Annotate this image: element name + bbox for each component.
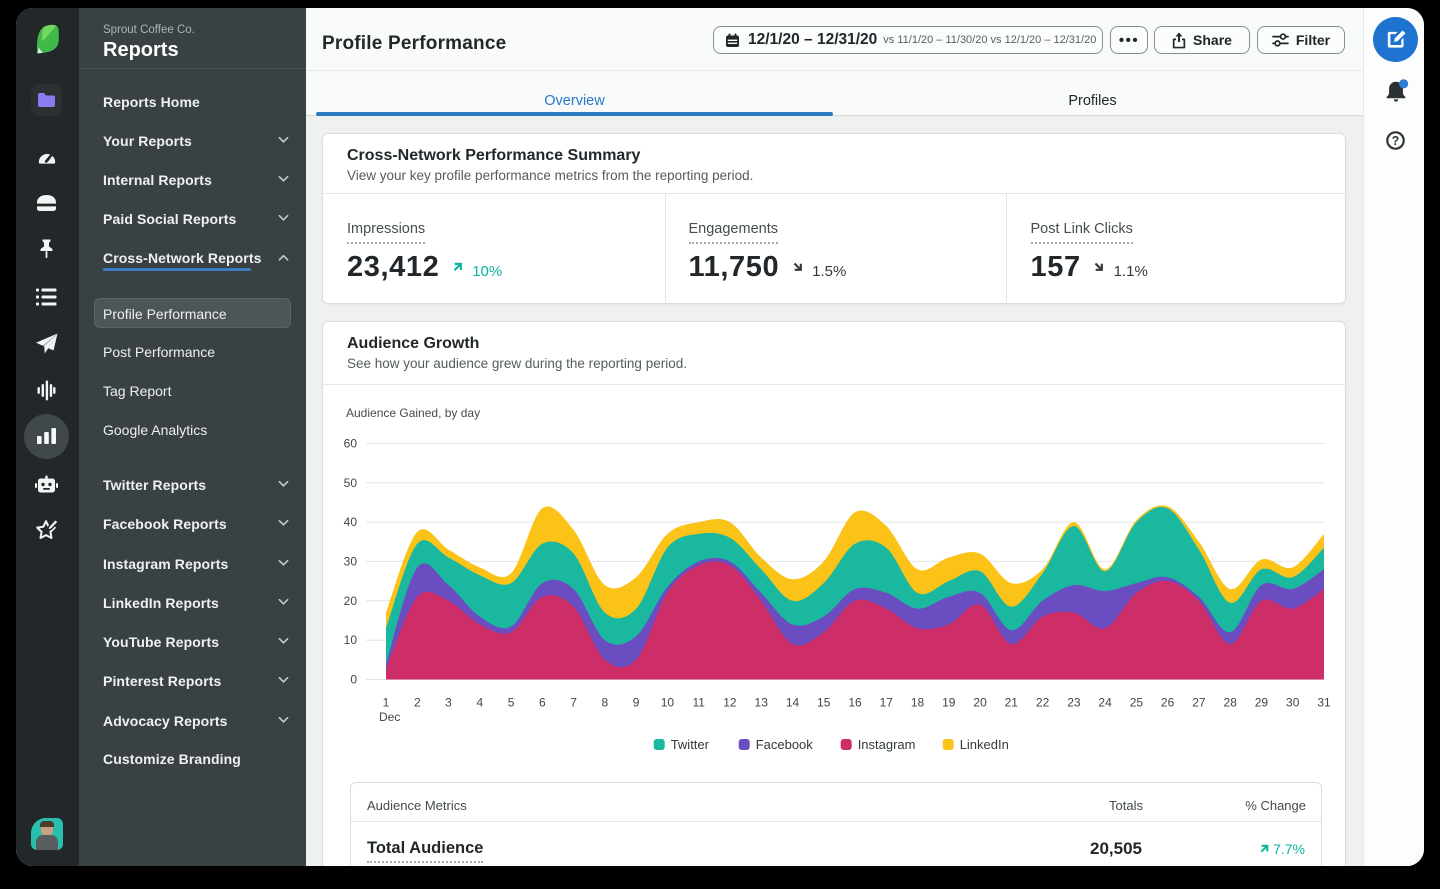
svg-text:2: 2 xyxy=(414,696,421,710)
svg-text:13: 13 xyxy=(755,696,769,710)
svg-text:30: 30 xyxy=(1286,696,1300,710)
svg-text:50: 50 xyxy=(344,476,358,490)
svg-text:27: 27 xyxy=(1192,696,1206,710)
svg-text:Twitter: Twitter xyxy=(671,737,710,752)
svg-text:60: 60 xyxy=(344,436,358,450)
svg-text:10: 10 xyxy=(344,633,358,647)
svg-text:25: 25 xyxy=(1130,696,1144,710)
svg-text:0: 0 xyxy=(350,673,357,687)
svg-text:10: 10 xyxy=(661,696,675,710)
svg-text:23: 23 xyxy=(1067,696,1081,710)
svg-text:6: 6 xyxy=(539,696,546,710)
svg-text:40: 40 xyxy=(344,515,358,529)
svg-text:17: 17 xyxy=(880,696,894,710)
svg-text:7: 7 xyxy=(570,696,577,710)
svg-text:19: 19 xyxy=(942,696,956,710)
svg-text:5: 5 xyxy=(508,696,515,710)
svg-text:31: 31 xyxy=(1317,696,1331,710)
svg-text:9: 9 xyxy=(633,696,640,710)
svg-text:8: 8 xyxy=(602,696,609,710)
svg-text:14: 14 xyxy=(786,696,800,710)
svg-text:30: 30 xyxy=(344,554,358,568)
svg-text:18: 18 xyxy=(911,696,925,710)
svg-text:29: 29 xyxy=(1255,696,1269,710)
svg-text:16: 16 xyxy=(848,696,862,710)
svg-text:3: 3 xyxy=(445,696,452,710)
svg-text:22: 22 xyxy=(1036,696,1050,710)
svg-text:11: 11 xyxy=(692,696,705,710)
svg-text:12: 12 xyxy=(723,696,737,710)
svg-text:15: 15 xyxy=(817,696,831,710)
svg-text:?: ? xyxy=(1392,134,1400,148)
svg-text:20: 20 xyxy=(973,696,987,710)
svg-text:24: 24 xyxy=(1098,696,1112,710)
svg-text:28: 28 xyxy=(1224,696,1238,710)
svg-text:21: 21 xyxy=(1005,696,1019,710)
svg-text:Facebook: Facebook xyxy=(756,737,814,752)
svg-text:1: 1 xyxy=(383,696,390,710)
svg-text:4: 4 xyxy=(476,696,483,710)
svg-text:Instagram: Instagram xyxy=(858,737,916,752)
svg-text:20: 20 xyxy=(344,594,358,608)
svg-text:Dec: Dec xyxy=(379,710,400,724)
svg-text:LinkedIn: LinkedIn xyxy=(960,737,1009,752)
svg-text:26: 26 xyxy=(1161,696,1175,710)
